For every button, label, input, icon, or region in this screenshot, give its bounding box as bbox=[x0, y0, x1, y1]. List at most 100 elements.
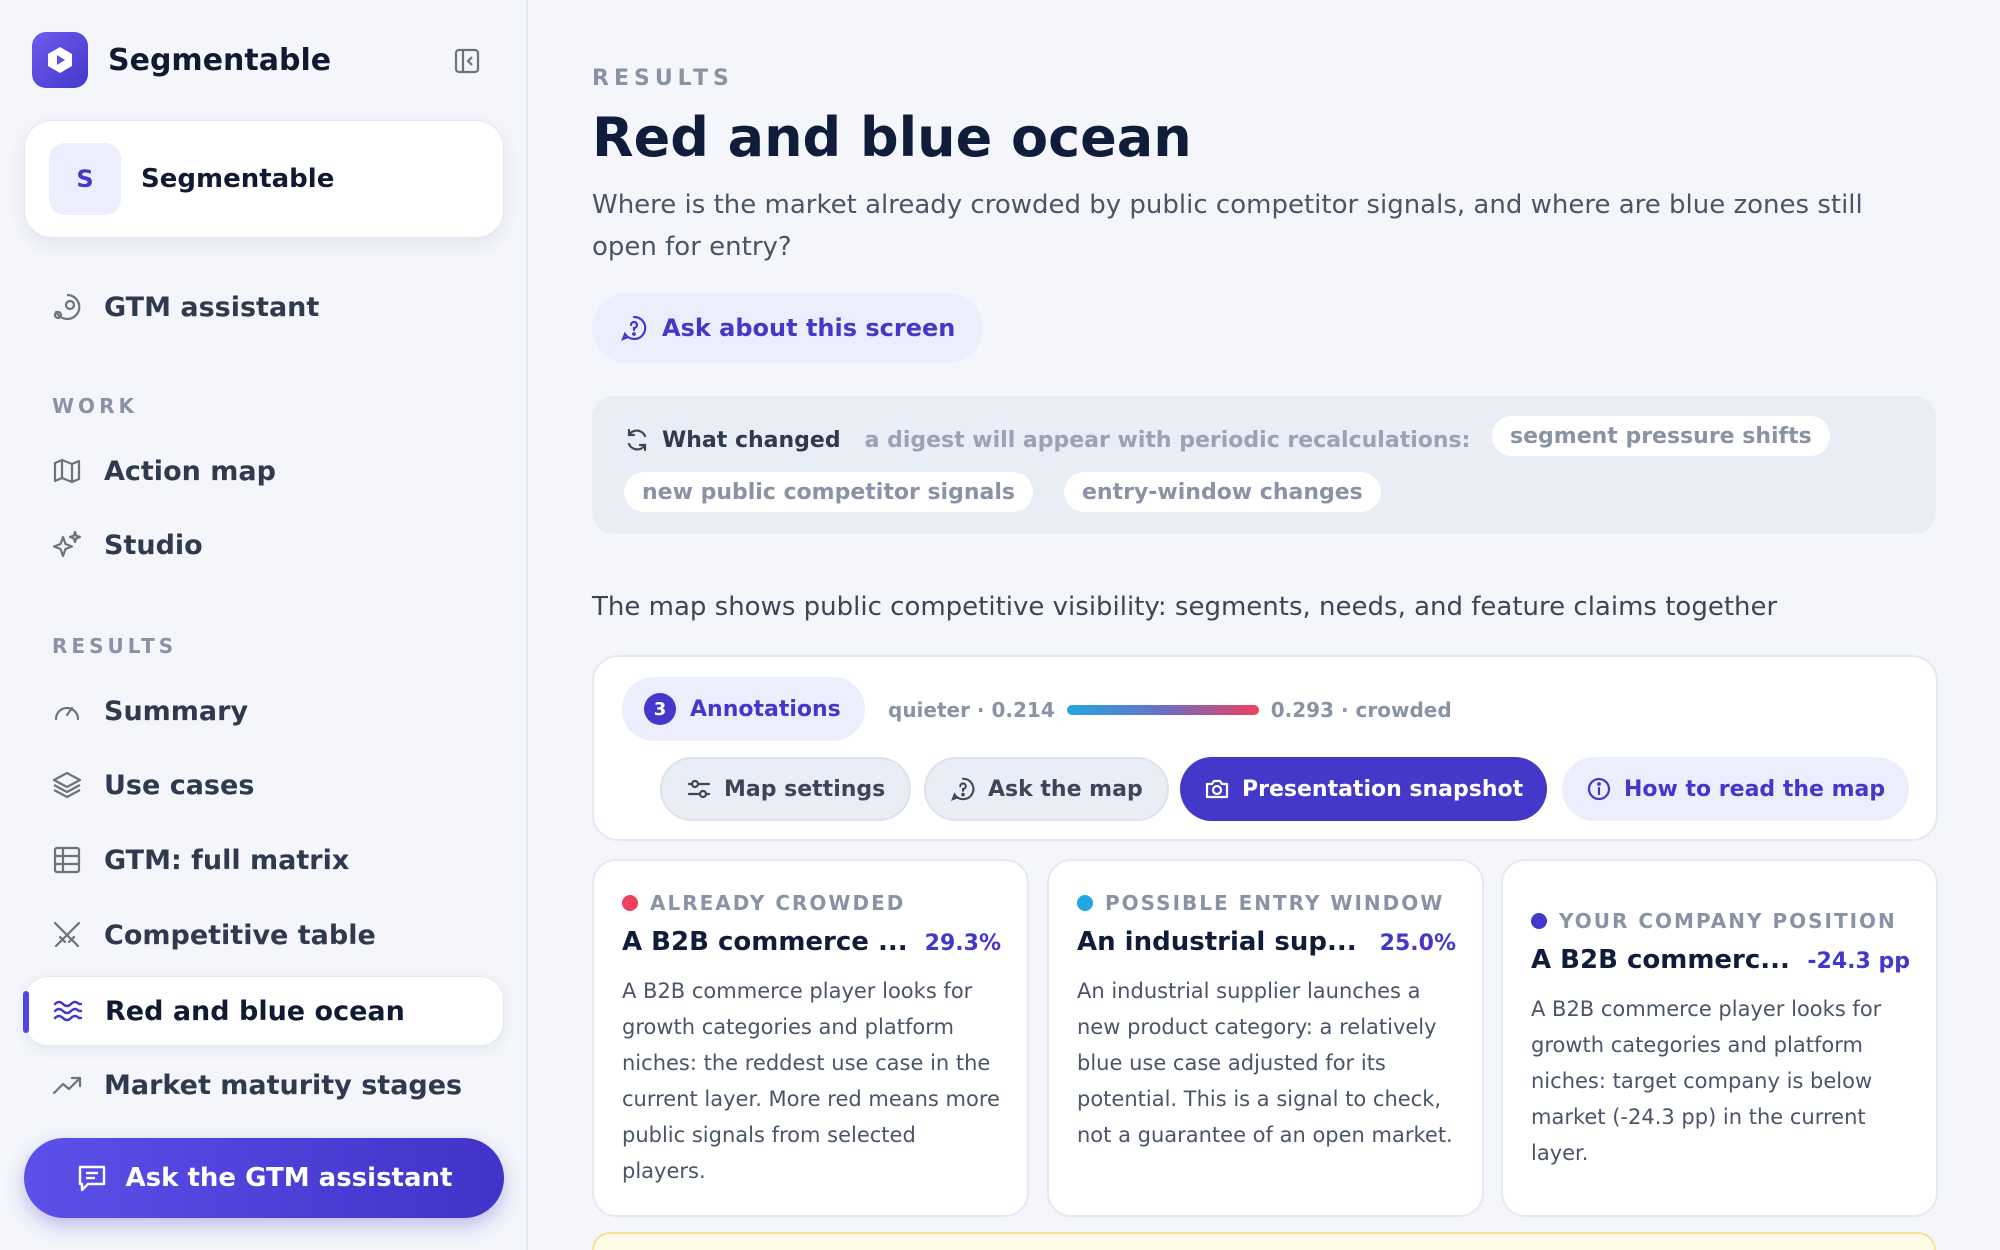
crowding-legend: quieter · 0.214 0.293 · crowded bbox=[888, 693, 1452, 727]
sidebar-item-label: Summary bbox=[104, 695, 249, 727]
card-header: An industrial sup... 25.0% bbox=[1077, 927, 1456, 957]
map-settings-label: Map settings bbox=[724, 776, 886, 802]
sidebar-item-studio[interactable]: Studio bbox=[24, 510, 504, 580]
card-body: A B2B commerce player looks for growth c… bbox=[622, 979, 1000, 1183]
card-title: A B2B commerce ... bbox=[622, 927, 908, 957]
card-label: POSSIBLE ENTRY WINDOW bbox=[1077, 891, 1444, 915]
page-title: Red and blue ocean bbox=[592, 106, 1192, 169]
trend-icon bbox=[50, 1068, 84, 1102]
card-label-text: YOUR COMPANY POSITION bbox=[1559, 909, 1897, 933]
card-metric: 25.0% bbox=[1379, 931, 1456, 956]
page-eyebrow: RESULTS bbox=[592, 66, 734, 91]
presentation-snapshot-label: Presentation snapshot bbox=[1242, 776, 1524, 802]
notice-banner bbox=[592, 1232, 1936, 1250]
workspace-name: Segmentable bbox=[141, 164, 335, 194]
card-label: YOUR COMPANY POSITION bbox=[1531, 909, 1897, 933]
ask-gtm-assistant-label: Ask the GTM assistant bbox=[125, 1163, 453, 1193]
ask-about-screen-label: Ask about this screen bbox=[662, 314, 956, 342]
ask-gtm-assistant-button[interactable]: Ask the GTM assistant bbox=[24, 1138, 504, 1218]
layers-icon bbox=[50, 768, 84, 802]
what-changed-title: What changed bbox=[662, 427, 841, 453]
refresh-icon bbox=[624, 427, 650, 453]
how-to-read-map-label: How to read the map bbox=[1624, 776, 1886, 802]
workspace-avatar: S bbox=[49, 143, 121, 215]
logo-icon bbox=[32, 32, 88, 88]
legend-max-label: 0.293 · crowded bbox=[1270, 698, 1452, 722]
what-changed-panel: What changed a digest will appear with p… bbox=[592, 396, 1936, 534]
card-label: ALREADY CROWDED bbox=[622, 891, 905, 915]
annotations-count-badge: 3 bbox=[644, 693, 676, 725]
sidebar-item-label: GTM: full matrix bbox=[104, 844, 350, 876]
sidebar-item-market-maturity-stages[interactable]: Market maturity stages bbox=[24, 1050, 504, 1120]
brand-name: Segmentable bbox=[108, 42, 332, 78]
question-bubble-icon bbox=[950, 776, 976, 802]
sidebar-item-use-cases[interactable]: Use cases bbox=[24, 750, 504, 820]
chat-icon bbox=[76, 1162, 108, 1194]
what-changed-header: What changed a digest will appear with p… bbox=[624, 420, 1470, 460]
entry-window-card[interactable]: POSSIBLE ENTRY WINDOW An industrial sup.… bbox=[1047, 859, 1484, 1217]
waves-icon bbox=[51, 994, 85, 1028]
card-body: An industrial supplier launches a new pr… bbox=[1077, 979, 1453, 1147]
ask-about-screen-button[interactable]: Ask about this screen bbox=[592, 293, 984, 363]
sidebar-item-gtm-full-matrix[interactable]: GTM: full matrix bbox=[24, 825, 504, 895]
camera-icon bbox=[1204, 776, 1230, 802]
sidebar-item-summary[interactable]: Summary bbox=[24, 676, 504, 746]
brand[interactable]: Segmentable bbox=[32, 32, 331, 88]
card-title: A B2B commerc... bbox=[1531, 945, 1790, 975]
legend-min-label: quieter · 0.214 bbox=[888, 698, 1055, 722]
card-label-text: POSSIBLE ENTRY WINDOW bbox=[1105, 891, 1445, 915]
sidebar-item-red-and-blue-ocean[interactable]: Red and blue ocean bbox=[23, 976, 504, 1046]
question-bubble-icon bbox=[620, 314, 648, 342]
collapse-sidebar-icon[interactable] bbox=[450, 44, 484, 78]
map-toolbar: 3 Annotations quieter · 0.214 0.293 · cr… bbox=[592, 655, 1938, 841]
sidebar-item-label: GTM assistant bbox=[104, 291, 320, 323]
how-to-read-map-button[interactable]: How to read the map bbox=[1562, 757, 1910, 821]
sliders-icon bbox=[686, 776, 712, 802]
card-metric: -24.3 pp bbox=[1807, 949, 1910, 974]
grid-icon bbox=[50, 843, 84, 877]
presentation-snapshot-button[interactable]: Presentation snapshot bbox=[1180, 757, 1548, 821]
card-header: A B2B commerc... -24.3 pp bbox=[1531, 945, 1910, 975]
sidebar: Segmentable S Segmentable GTM assistant … bbox=[0, 0, 528, 1250]
company-dot-icon bbox=[1531, 913, 1547, 929]
sparkle-icon bbox=[50, 528, 84, 562]
ask-the-map-button[interactable]: Ask the map bbox=[924, 757, 1169, 821]
sidebar-item-action-map[interactable]: Action map bbox=[24, 436, 504, 506]
sidebar-item-label: Use cases bbox=[104, 769, 255, 801]
map-icon bbox=[50, 454, 84, 488]
sidebar-item-label: Action map bbox=[104, 455, 276, 487]
change-chip: new public competitor signals bbox=[624, 472, 1033, 512]
workspace-switcher[interactable]: S Segmentable bbox=[24, 120, 504, 238]
page-subtitle: Where is the market already crowded by p… bbox=[592, 190, 1863, 262]
sidebar-item-gtm-assistant[interactable]: GTM assistant bbox=[24, 272, 504, 342]
card-metric: 29.3% bbox=[924, 931, 1001, 956]
assistant-icon bbox=[50, 290, 84, 324]
sidebar-item-label: Studio bbox=[104, 529, 203, 561]
ask-the-map-label: Ask the map bbox=[988, 776, 1143, 802]
crowded-dot-icon bbox=[622, 895, 638, 911]
crowded-card[interactable]: ALREADY CROWDED A B2B commerce ... 29.3%… bbox=[592, 859, 1029, 1217]
legend-gradient-bar bbox=[1066, 705, 1259, 715]
annotations-button[interactable]: 3 Annotations bbox=[622, 677, 865, 741]
sidebar-item-label: Market maturity stages bbox=[104, 1069, 463, 1101]
what-changed-description: a digest will appear with periodic recal… bbox=[864, 427, 1471, 453]
change-chip: segment pressure shifts bbox=[1492, 416, 1830, 456]
sidebar-item-label: Red and blue ocean bbox=[105, 995, 405, 1027]
info-icon bbox=[1586, 776, 1612, 802]
annotations-label: Annotations bbox=[690, 696, 841, 722]
active-indicator bbox=[23, 991, 29, 1033]
gauge-icon bbox=[50, 694, 84, 728]
sidebar-item-label: Competitive table bbox=[104, 919, 376, 951]
company-position-card[interactable]: YOUR COMPANY POSITION A B2B commerc... -… bbox=[1501, 859, 1938, 1217]
sidebar-item-competitive-table[interactable]: Competitive table bbox=[24, 900, 504, 970]
map-settings-button[interactable]: Map settings bbox=[660, 757, 912, 821]
section-label-work: WORK bbox=[52, 394, 138, 418]
card-title: An industrial sup... bbox=[1077, 927, 1357, 957]
change-chip: entry-window changes bbox=[1064, 472, 1381, 512]
map-caption: The map shows public competitive visibil… bbox=[592, 592, 1778, 622]
blue-zone-dot-icon bbox=[1077, 895, 1093, 911]
card-body: A B2B commerce player looks for growth c… bbox=[1531, 997, 1882, 1165]
card-header: A B2B commerce ... 29.3% bbox=[622, 927, 1001, 957]
section-label-results: RESULTS bbox=[52, 634, 178, 658]
card-label-text: ALREADY CROWDED bbox=[650, 891, 906, 915]
